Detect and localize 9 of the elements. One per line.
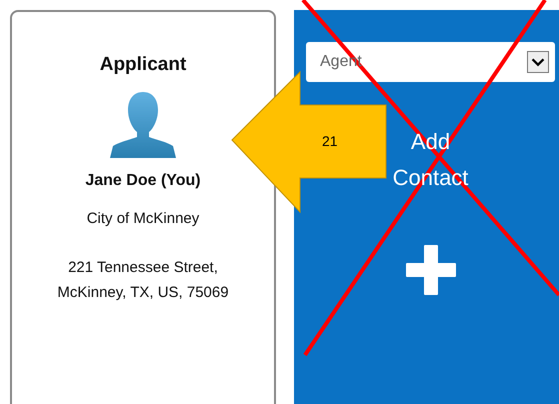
applicant-name: Jane Doe (You) — [85, 172, 201, 190]
organization-text: City of McKinney — [86, 210, 200, 227]
annotation-label: 21 — [322, 133, 338, 149]
card-title: Applicant — [100, 54, 186, 76]
address-line: McKinney, TX, US, 75069 — [57, 283, 229, 303]
person-icon — [108, 90, 178, 160]
plus-icon[interactable] — [404, 244, 456, 296]
caret-icon — [527, 51, 549, 73]
address-line: 221 Tennessee Street, — [67, 258, 219, 278]
